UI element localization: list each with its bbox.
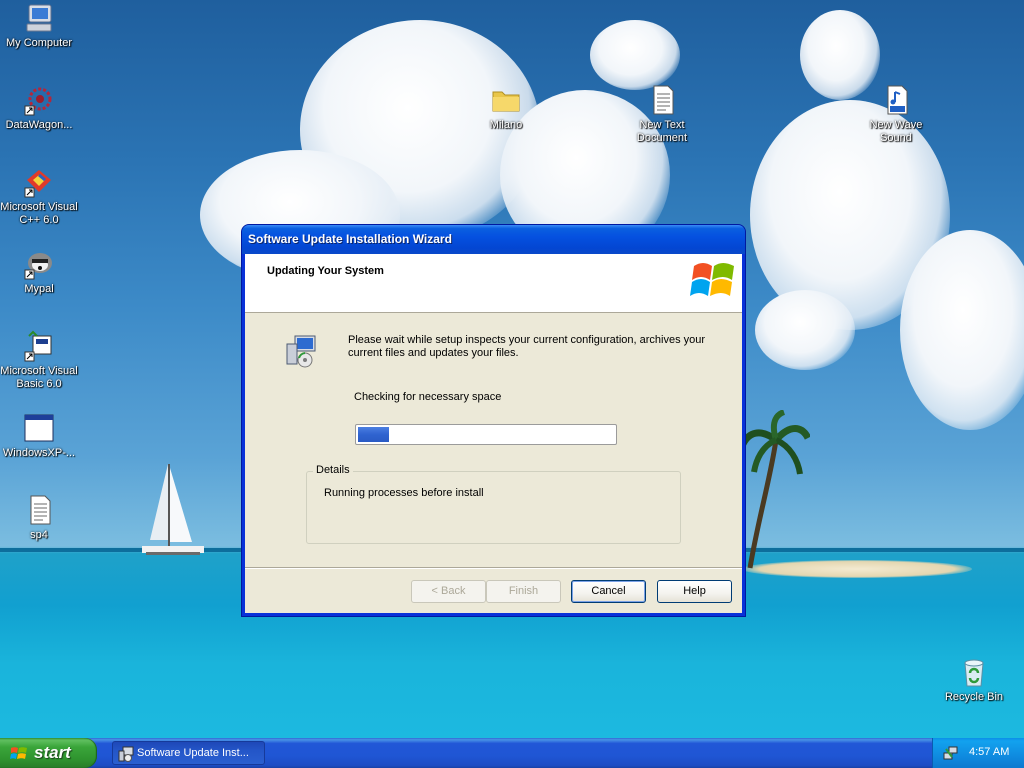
- wizard-window: Software Update Installation Wizard Upda…: [242, 225, 745, 616]
- desktop-icon-windowsxp[interactable]: WindowsXP-...: [0, 412, 78, 460]
- wave-sound-file-icon: [887, 85, 908, 115]
- desktop-icon-label: DataWagon...: [5, 119, 73, 131]
- progress-bar: [355, 424, 617, 445]
- desktop-icon-my-computer[interactable]: My Computer: [0, 2, 78, 50]
- desktop-icon-label: WindowsXP-...: [2, 447, 76, 459]
- desktop-icon-label: Recycle Bin: [944, 691, 1004, 703]
- setup-computer-icon: [118, 746, 134, 762]
- visual-basic-icon: [24, 330, 52, 362]
- desktop-icon-new-text-document[interactable]: New Text Document: [623, 84, 701, 145]
- wizard-header: Updating Your System: [245, 254, 742, 313]
- desktop-icon-visual-cpp[interactable]: Microsoft Visual C++ 6.0: [0, 166, 78, 227]
- help-button[interactable]: Help: [657, 580, 732, 603]
- desktop-icon-mypal[interactable]: Mypal: [0, 248, 78, 296]
- desktop-icon-milano[interactable]: Milano: [467, 84, 545, 132]
- details-text: Running processes before install: [324, 487, 484, 499]
- cloud: [755, 290, 855, 370]
- details-group: Details Running processes before install: [306, 464, 681, 544]
- desktop-icon-datawagon[interactable]: DataWagon...: [0, 84, 78, 132]
- desktop-icon-label: New Wave Sound: [869, 119, 923, 144]
- cloud: [900, 230, 1024, 430]
- windows-flag-icon: [10, 747, 27, 759]
- page-title: Updating Your System: [267, 265, 384, 277]
- desktop-icon-visual-basic[interactable]: Microsoft Visual Basic 6.0: [0, 330, 78, 391]
- desktop-icon-new-wave-sound[interactable]: New Wave Sound: [857, 84, 935, 145]
- wizard-client-area: Updating Your System Please wait while s…: [245, 254, 742, 613]
- finish-button[interactable]: Finish: [486, 580, 561, 603]
- instruction-text: Please wait while setup inspects your cu…: [348, 334, 706, 359]
- clock[interactable]: 4:57 AM: [969, 746, 1009, 758]
- back-button[interactable]: < Back: [411, 580, 486, 603]
- mypal-icon: [24, 253, 52, 280]
- start-label: start: [34, 743, 71, 762]
- network-status-icon[interactable]: [943, 745, 959, 761]
- system-tray: 4:57 AM: [932, 738, 1024, 768]
- sailboat-image: [142, 464, 204, 555]
- palm-tree-image: [740, 410, 810, 569]
- taskbar-item-software-update[interactable]: Software Update Inst...: [112, 741, 265, 765]
- desktop-icon-recycle-bin[interactable]: Recycle Bin: [935, 656, 1013, 704]
- desktop-icon-sp4[interactable]: sp4: [0, 494, 78, 542]
- taskbar: start Software Update Inst... 4:57 AM: [0, 738, 1024, 768]
- recycle-bin-icon: [964, 659, 984, 687]
- my-computer-icon: [26, 4, 52, 32]
- status-text: Checking for necessary space: [354, 391, 502, 403]
- datawagon-icon: [24, 87, 52, 116]
- folder-icon: [492, 91, 520, 112]
- cloud: [590, 20, 680, 90]
- application-window-icon: [24, 414, 54, 442]
- windows-logo-icon: [690, 263, 734, 296]
- text-file-icon: [30, 495, 51, 525]
- desktop-icon-label: Mypal: [24, 283, 54, 295]
- button-separator: [245, 567, 742, 569]
- desktop-icon-label: Microsoft Visual Basic 6.0: [0, 365, 78, 390]
- desktop-icon-label: Microsoft Visual C++ 6.0: [0, 201, 78, 226]
- progress-fill: [358, 427, 389, 442]
- desktop-icon-label: My Computer: [5, 37, 73, 49]
- cancel-button[interactable]: Cancel: [571, 580, 646, 603]
- setup-computer-icon: [286, 335, 316, 368]
- taskbar-item-label: Software Update Inst...: [137, 747, 249, 759]
- details-legend: Details: [313, 464, 353, 476]
- start-button[interactable]: start: [0, 738, 97, 768]
- window-title: Software Update Installation Wizard: [248, 232, 452, 246]
- title-bar[interactable]: Software Update Installation Wizard: [242, 225, 745, 254]
- visual-cpp-icon: [24, 170, 51, 198]
- desktop-icon-label: New Text Document: [636, 119, 688, 144]
- text-file-icon: [653, 85, 674, 115]
- desktop-icon-label: Milano: [489, 119, 523, 131]
- progress-track: [358, 427, 614, 442]
- desktop-icon-label: sp4: [30, 529, 48, 541]
